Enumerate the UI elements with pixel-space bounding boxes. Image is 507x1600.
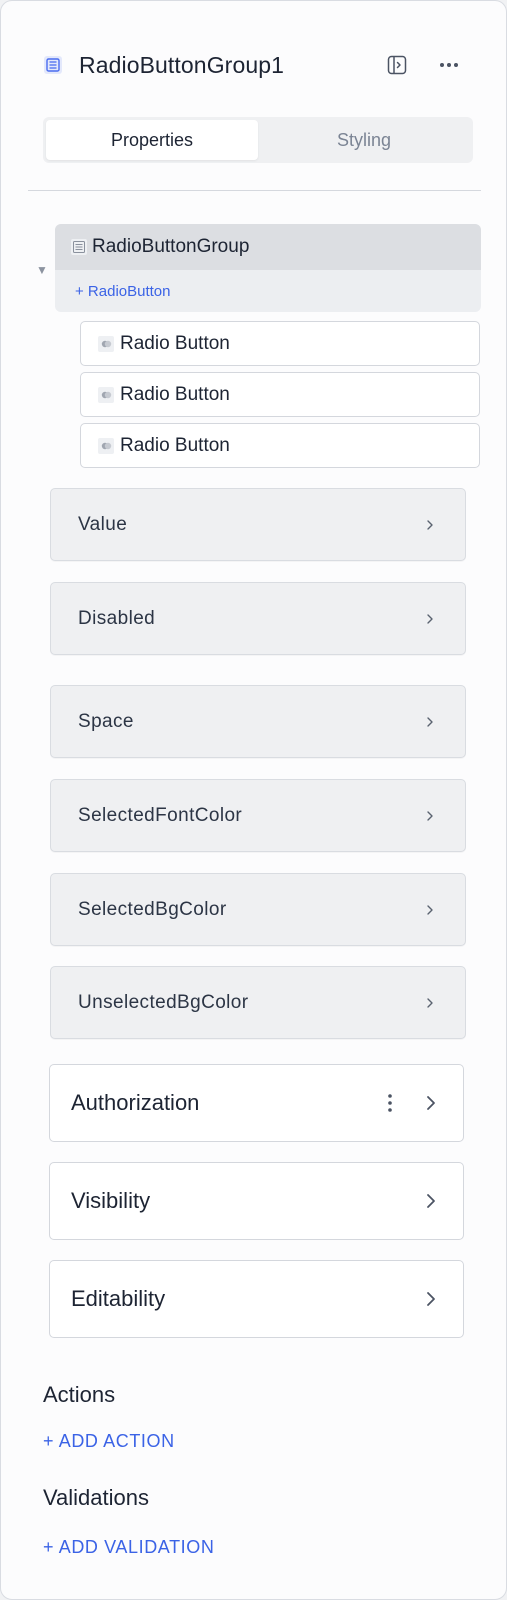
radio-component-icon	[98, 437, 114, 454]
chevron-right-icon	[425, 903, 435, 917]
tree-child-radio-button[interactable]: Radio Button	[80, 321, 480, 366]
section-authorization[interactable]: Authorization	[49, 1064, 464, 1142]
list-component-icon	[71, 239, 87, 255]
section-label: Authorization	[71, 1090, 200, 1115]
tree-group-label: RadioButtonGroup	[92, 236, 250, 257]
add-radio-button-link[interactable]: + RadioButton	[55, 270, 481, 300]
chevron-right-icon	[425, 1094, 437, 1112]
section-visibility[interactable]: Visibility	[49, 1162, 464, 1240]
chevron-right-icon	[425, 1290, 437, 1308]
property-row-selected-bg-color[interactable]: SelectedBgColor	[50, 873, 466, 946]
radio-component-icon	[98, 335, 114, 352]
panel-title: RadioButtonGroup1	[79, 51, 285, 78]
radio-component-icon	[98, 386, 114, 403]
property-row-disabled[interactable]: Disabled	[50, 582, 466, 655]
more-vertical-icon[interactable]	[387, 1092, 393, 1114]
property-label: Value	[78, 513, 128, 535]
list-component-icon	[41, 53, 65, 77]
property-row-selected-font-color[interactable]: SelectedFontColor	[50, 779, 466, 852]
property-label: SelectedFontColor	[78, 804, 243, 826]
property-row-unselected-bg-color[interactable]: UnselectedBgColor	[50, 966, 466, 1039]
section-label: Editability	[71, 1286, 166, 1311]
tree-child-label: Radio Button	[120, 383, 230, 405]
tab-styling[interactable]: Styling	[258, 120, 470, 160]
property-label: SelectedBgColor	[78, 898, 227, 920]
chevron-right-icon	[425, 518, 435, 532]
section-editability[interactable]: Editability	[49, 1260, 464, 1338]
property-row-space[interactable]: Space	[50, 685, 466, 758]
property-row-value[interactable]: Value	[50, 488, 466, 561]
add-action-button[interactable]: + ADD ACTION	[43, 1431, 175, 1452]
chevron-right-icon	[425, 1192, 437, 1210]
chevron-right-icon	[425, 996, 435, 1010]
chevron-right-icon	[425, 809, 435, 823]
tree-group: RadioButtonGroup + RadioButton	[55, 224, 481, 312]
chevron-right-icon	[425, 612, 435, 626]
tree-child-radio-button[interactable]: Radio Button	[80, 372, 480, 417]
properties-panel: RadioButtonGroup1 Properties Styling ▼ R…	[0, 0, 507, 1600]
collapse-caret-icon[interactable]: ▼	[36, 263, 48, 277]
property-label: Disabled	[78, 607, 156, 629]
tree-child-label: Radio Button	[120, 434, 230, 456]
chevron-right-icon	[425, 715, 435, 729]
actions-title: Actions	[43, 1382, 116, 1407]
property-label: Space	[78, 710, 134, 732]
property-label: UnselectedBgColor	[78, 991, 249, 1013]
tree-group-header[interactable]: RadioButtonGroup	[55, 224, 481, 270]
tab-bar: Properties Styling	[43, 117, 473, 163]
more-horizontal-icon[interactable]	[435, 51, 463, 79]
validations-title: Validations	[43, 1485, 149, 1510]
tree-child-label: Radio Button	[120, 332, 230, 354]
tree-child-radio-button[interactable]: Radio Button	[80, 423, 480, 468]
tab-properties[interactable]: Properties	[46, 120, 258, 160]
panel-header: RadioButtonGroup1	[41, 47, 471, 83]
panel-toggle-icon[interactable]	[383, 51, 411, 79]
add-validation-button[interactable]: + ADD VALIDATION	[43, 1537, 214, 1558]
divider	[28, 190, 481, 191]
section-label: Visibility	[71, 1188, 151, 1213]
header-actions	[383, 51, 463, 79]
